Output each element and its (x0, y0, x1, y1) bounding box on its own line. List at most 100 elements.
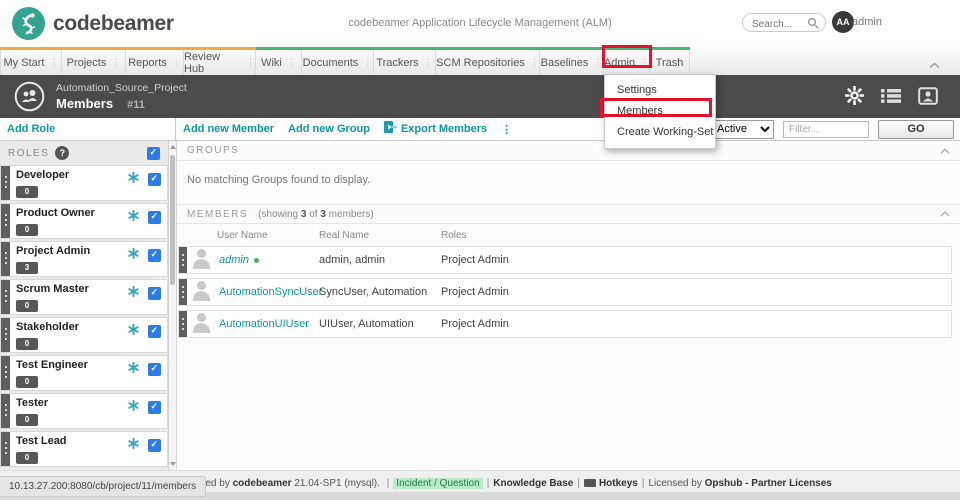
tab-menu-icon[interactable]: ⋮ (172, 58, 181, 67)
role-permissions-icon[interactable] (128, 398, 139, 416)
role-permissions-icon[interactable] (128, 436, 139, 454)
add-new-group-link[interactable]: Add new Group (288, 123, 370, 135)
tab-documents[interactable]: Documents ⋮ (302, 50, 374, 75)
user-profile-icon[interactable] (918, 87, 938, 110)
role-checkbox[interactable] (148, 325, 161, 338)
partner-licenses-link[interactable]: Opshub - Partner Licenses (705, 478, 832, 489)
project-name[interactable]: Automation_Source_Project (56, 82, 187, 94)
scrollbar-thumb[interactable] (170, 155, 175, 285)
collapse-members-icon[interactable] (940, 211, 950, 217)
user-name[interactable]: admin (852, 16, 882, 28)
add-role-link[interactable]: Add Role (7, 123, 55, 135)
role-checkbox[interactable] (148, 211, 161, 224)
member-username-link[interactable]: AutomationSyncUser (219, 286, 322, 298)
go-button[interactable]: GO (878, 120, 954, 139)
column-user-name: User Name (217, 230, 319, 241)
role-count-badge: 3 (16, 262, 38, 274)
drag-handle[interactable] (1, 318, 10, 352)
menu-item-create-working-set[interactable]: Create Working-Set (605, 122, 715, 143)
role-checkbox[interactable] (148, 363, 161, 376)
search-icon[interactable] (807, 17, 820, 35)
role-permissions-icon[interactable] (128, 170, 139, 188)
hotkeys-link[interactable]: Hotkeys (599, 478, 638, 489)
sidebar-scrollbar[interactable] (168, 141, 176, 470)
drag-handle[interactable] (1, 280, 10, 314)
role-row-stakeholder: Stakeholder 0 (0, 317, 168, 353)
tab-trash[interactable]: Trash (650, 50, 690, 75)
role-checkbox[interactable] (148, 439, 161, 452)
drag-handle[interactable] (1, 242, 10, 276)
tab-label: Baselines (541, 57, 589, 69)
tab-baselines[interactable]: Baselines ⋮ (540, 50, 604, 75)
menu-item-settings[interactable]: Settings (605, 80, 715, 101)
role-checkbox[interactable] (148, 249, 161, 262)
tab-menu-icon[interactable]: ⋮ (593, 58, 602, 67)
tab-trackers[interactable]: Trackers ⋮ (374, 50, 436, 75)
member-username-link[interactable]: AutomationUIUser (219, 318, 309, 330)
tab-menu-icon[interactable]: ⋮ (111, 58, 120, 67)
role-permissions-icon[interactable] (128, 246, 139, 264)
tab-menu-icon[interactable]: ⋮ (530, 58, 539, 67)
nav-tabs: My Start⋮ Projects⋮ Reports⋮ Review Hub⋮… (0, 47, 960, 75)
drag-handle[interactable] (1, 166, 10, 200)
role-row-tester: Tester 0 (0, 393, 168, 429)
tab-menu-icon[interactable]: ⋮ (363, 58, 372, 67)
tab-wiki[interactable]: Wiki⋮ (256, 50, 302, 75)
toolbar: Add Role Add new Member Add new Group Ex… (0, 118, 960, 141)
select-all-roles-checkbox[interactable] (147, 147, 160, 160)
more-actions-icon[interactable]: ⋮ (501, 123, 512, 136)
drag-handle[interactable] (1, 204, 10, 238)
tab-menu-icon[interactable]: ⋮ (246, 58, 255, 67)
column-roles: Roles (441, 230, 960, 241)
tab-label: Admin (604, 57, 635, 69)
drag-handle[interactable] (179, 247, 187, 273)
list-view-icon[interactable] (881, 88, 901, 109)
role-permissions-icon[interactable] (128, 322, 139, 340)
drag-handle[interactable] (1, 394, 10, 428)
tab-admin[interactable]: Admin ⋮ (604, 50, 650, 75)
drag-handle[interactable] (179, 311, 187, 337)
tab-projects[interactable]: Projects⋮ (62, 50, 126, 75)
role-checkbox[interactable] (148, 287, 161, 300)
role-permissions-icon[interactable] (128, 208, 139, 226)
search-input[interactable] (752, 16, 812, 33)
tab-review-hub[interactable]: Review Hub⋮ (184, 50, 256, 75)
members-count: (showing 3 of 3 members) (258, 209, 374, 220)
help-icon[interactable]: ? (55, 146, 69, 160)
collapse-nav-icon[interactable] (929, 56, 940, 74)
role-permissions-icon[interactable] (128, 284, 139, 302)
role-checkbox[interactable] (148, 173, 161, 186)
tab-scm-repositories[interactable]: SCM Repositories ⋮ (436, 50, 540, 75)
filter-input[interactable] (783, 121, 869, 138)
tab-menu-icon[interactable]: ⋮ (640, 58, 649, 67)
tab-menu-icon[interactable]: ⋮ (287, 58, 296, 67)
tab-reports[interactable]: Reports⋮ (126, 50, 184, 75)
status-select[interactable]: Active (712, 120, 774, 139)
collapse-groups-icon[interactable] (940, 148, 950, 154)
role-checkbox[interactable] (148, 401, 161, 414)
menu-item-members[interactable]: Members (605, 101, 715, 122)
user-avatar-icon (187, 281, 217, 303)
settings-gear-icon[interactable] (845, 86, 864, 110)
drag-handle[interactable] (1, 356, 10, 390)
online-indicator (254, 258, 259, 263)
tab-menu-icon[interactable]: ⋮ (424, 58, 433, 67)
incident-question-link[interactable]: Incident / Question (393, 478, 482, 489)
export-members-link[interactable]: Export Members (401, 123, 487, 135)
role-permissions-icon[interactable] (128, 360, 139, 378)
tab-menu-icon[interactable]: ⋮ (49, 58, 58, 67)
tab-label: SCM Repositories (436, 57, 525, 69)
tab-my-start[interactable]: My Start⋮ (0, 50, 62, 75)
tab-label: Documents (303, 57, 359, 69)
members-title: MEMBERS (187, 209, 248, 220)
knowledge-base-link[interactable]: Knowledge Base (493, 478, 573, 489)
add-new-member-link[interactable]: Add new Member (183, 123, 274, 135)
member-real-name: admin, admin (319, 254, 441, 266)
user-avatar[interactable]: AA (832, 11, 854, 33)
tab-label: Trackers (376, 57, 418, 69)
drag-handle[interactable] (1, 432, 10, 466)
member-username-link[interactable]: admin (219, 254, 249, 266)
global-search[interactable] (742, 13, 826, 32)
member-real-name: SyncUser, Automation (319, 286, 441, 298)
drag-handle[interactable] (179, 279, 187, 305)
